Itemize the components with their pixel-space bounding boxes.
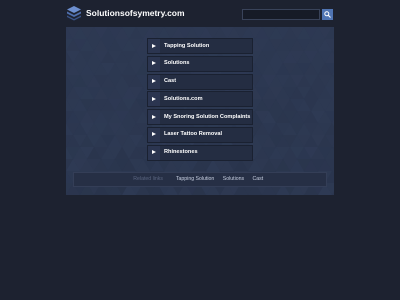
link-item-rhinestones[interactable]: Rhinestones <box>147 144 253 161</box>
search-button[interactable] <box>322 9 333 20</box>
arrow-right-icon <box>148 74 160 89</box>
link-list: Tapping Solution Solutions Cast Solution… <box>147 38 253 163</box>
arrow-right-icon <box>148 110 160 125</box>
link-label: Cast <box>164 78 177 85</box>
content-panel: Tapping Solution Solutions Cast Solution… <box>66 27 334 195</box>
related-links-label: Related links <box>133 176 163 182</box>
link-item-tapping-solution[interactable]: Tapping Solution <box>147 38 253 54</box>
site-header: Solutionsofsymetry.com <box>0 0 400 26</box>
link-label: Solutions.com <box>164 95 203 102</box>
related-link-cast[interactable]: Cast <box>253 176 264 182</box>
link-label: Tapping Solution <box>164 42 210 49</box>
arrow-right-icon <box>148 145 160 160</box>
link-item-solutions[interactable]: Solutions <box>147 55 253 72</box>
arrow-right-icon <box>148 127 160 142</box>
stacked-layers-logo-icon[interactable] <box>66 5 82 21</box>
search-icon <box>324 11 331 18</box>
link-label: Rhinestones <box>164 149 198 156</box>
site-title[interactable]: Solutionsofsymetry.com <box>86 8 185 18</box>
arrow-right-icon <box>148 56 160 71</box>
link-item-cast[interactable]: Cast <box>147 73 253 90</box>
link-label: Solutions <box>164 60 190 67</box>
search-input[interactable] <box>242 9 320 20</box>
arrow-right-icon <box>148 92 160 107</box>
related-links-bar: Related links Tapping Solution Solutions… <box>73 172 327 187</box>
related-link-tapping-solution[interactable]: Tapping Solution <box>176 176 214 182</box>
link-label: Laser Tattoo Removal <box>164 131 223 138</box>
related-link-solutions[interactable]: Solutions <box>223 176 244 182</box>
link-item-my-snoring-solution-complaints[interactable]: My Snoring Solution Complaints <box>147 109 253 126</box>
link-item-laser-tattoo-removal[interactable]: Laser Tattoo Removal <box>147 126 253 143</box>
link-label: My Snoring Solution Complaints <box>164 113 251 120</box>
link-item-solutions-com[interactable]: Solutions.com <box>147 91 253 108</box>
arrow-right-icon <box>148 39 160 53</box>
